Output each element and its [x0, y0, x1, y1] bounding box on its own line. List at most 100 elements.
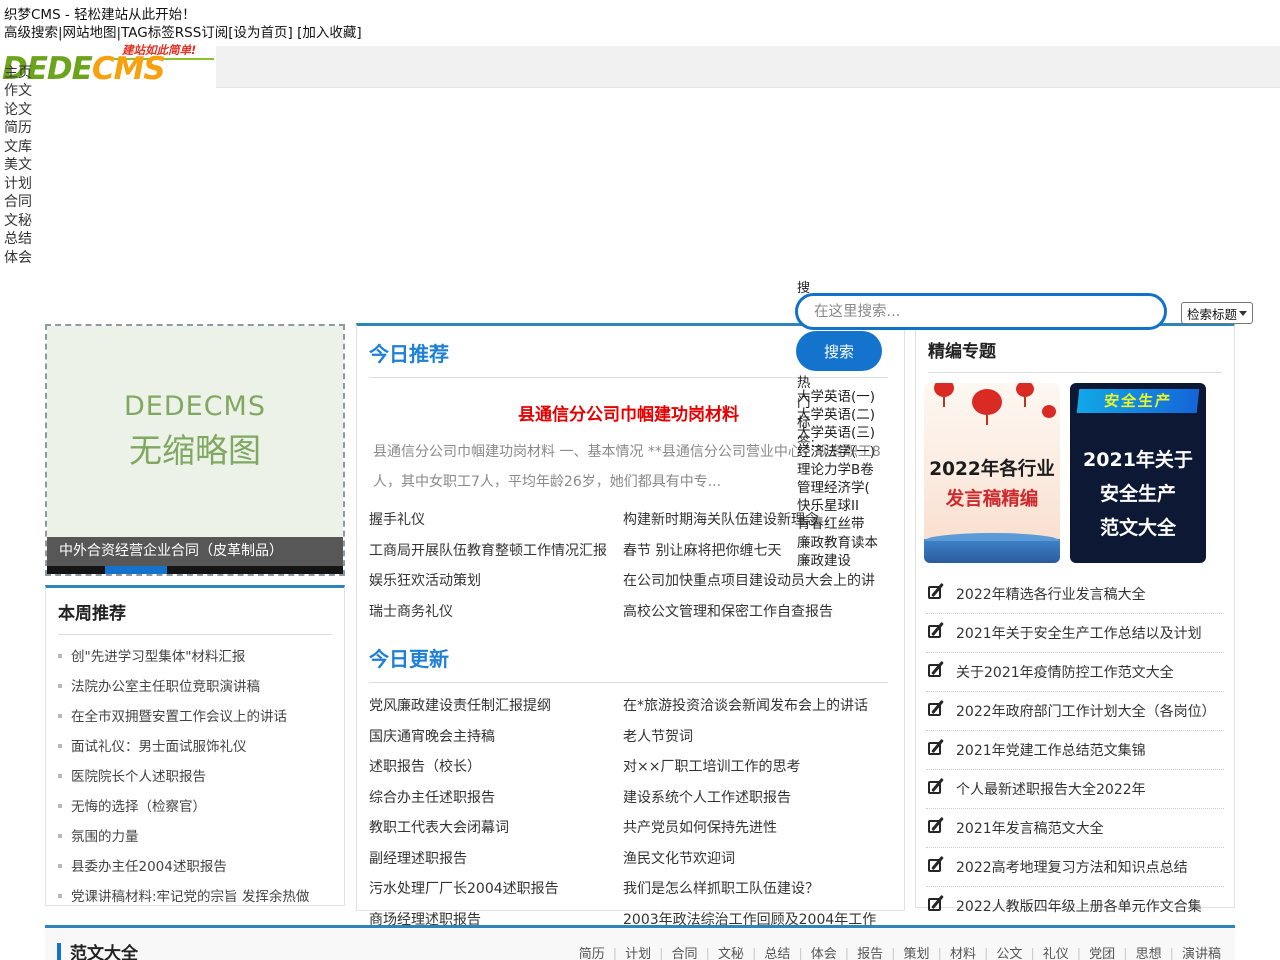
footer-link[interactable]: 计划 — [605, 947, 651, 960]
hot-tag[interactable]: 大学英语(一) — [797, 388, 878, 406]
footer-link[interactable]: 总结 — [744, 947, 790, 960]
footer-link[interactable]: 礼仪 — [1022, 947, 1068, 960]
footer-link[interactable]: 策划 — [883, 947, 929, 960]
footer-link[interactable]: 合同 — [651, 947, 697, 960]
search-input[interactable] — [795, 293, 1167, 330]
list-item[interactable]: 述职报告（校长） — [369, 752, 623, 783]
list-item[interactable]: 党风廉政建设责任制汇报提纲 — [369, 691, 623, 722]
list-item[interactable]: 法院办公室主任职位竞职演讲稿 — [58, 672, 332, 702]
list-item[interactable]: 高校公文管理和保密工作自查报告 — [623, 597, 888, 628]
list-item[interactable]: 面试礼仪：男士面试服饰礼仪 — [58, 732, 332, 762]
nav-item-meiwen[interactable]: 美文 — [4, 156, 32, 174]
list-item[interactable]: 2022年政府部门工作计划大全（各岗位） — [926, 692, 1224, 731]
list-item[interactable]: 2021年党建工作总结范文集锦 — [926, 731, 1224, 770]
list-item[interactable]: 2022人教版四年级上册各单元作文合集 — [926, 887, 1224, 926]
footer-link[interactable]: 公文 — [976, 947, 1022, 960]
lantern-tassel — [1024, 397, 1026, 407]
card-title-line: 安全生产 — [1070, 479, 1206, 506]
nav-item-jihua[interactable]: 计划 — [4, 175, 32, 193]
footer-link[interactable]: 简历 — [579, 947, 605, 960]
footer-link[interactable]: 思想 — [1115, 947, 1161, 960]
nav-item-hetong[interactable]: 合同 — [4, 193, 32, 211]
list-item[interactable]: 副经理述职报告 — [369, 844, 623, 875]
list-item[interactable]: 2022年精选各行业发言稿大全 — [926, 575, 1224, 614]
list-item[interactable]: 共产党员如何保持先进性 — [623, 813, 888, 844]
list-item[interactable]: 握手礼仪 — [369, 505, 623, 536]
fanwen-category-links: 简历计划合同文秘总结体会报告策划材料公文礼仪党团思想演讲稿 — [579, 943, 1221, 960]
list-item[interactable]: 创"先进学习型集体"材料汇报 — [58, 642, 332, 672]
page: 织梦CMS - 轻松建站从此开始！ 高级搜索|网站地图|TAG标签RSS订阅[设… — [0, 0, 1280, 960]
topic-link-label: 个人最新述职报告大全2022年 — [956, 779, 1146, 799]
list-item[interactable]: 我们是怎么样抓职工队伍建设？ — [623, 874, 888, 905]
hot-tag[interactable]: 大学英语(三) — [797, 424, 878, 442]
list-item[interactable]: 对××厂职工培训工作的思考 — [623, 752, 888, 783]
list-item[interactable]: 无悔的选择（检察官） — [58, 792, 332, 822]
list-item[interactable]: 娱乐狂欢活动策划 — [369, 566, 623, 597]
nav-item-zongjie[interactable]: 总结 — [4, 230, 32, 248]
list-item[interactable]: 医院院长个人述职报告 — [58, 762, 332, 792]
hot-tag[interactable]: 廉政建设 — [797, 552, 878, 570]
list-item[interactable]: 渔民文化节欢迎词 — [623, 844, 888, 875]
lantern-icon — [1016, 383, 1034, 397]
edit-icon — [928, 586, 941, 599]
list-item[interactable]: 污水处理厂厂长2004述职报告 — [369, 874, 623, 905]
list-item[interactable]: 瑞士商务礼仪 — [369, 597, 623, 628]
top-toolbar-links[interactable]: 高级搜索|网站地图|TAG标签RSS订阅[设为首页] [加入收藏] — [4, 21, 362, 41]
footer-link[interactable]: 报告 — [837, 947, 883, 960]
lantern-icon — [1042, 405, 1056, 418]
edit-icon — [928, 859, 941, 872]
footer-link[interactable]: 党团 — [1069, 947, 1115, 960]
list-item[interactable]: 综合办主任述职报告 — [369, 783, 623, 814]
list-item[interactable]: 个人最新述职报告大全2022年 — [926, 770, 1224, 809]
nav-item-jianli[interactable]: 简历 — [4, 119, 32, 137]
edit-icon — [928, 898, 941, 911]
hot-tag[interactable]: 廉政教育读本 — [797, 534, 878, 552]
main-nav: 主页 作文 论文 简历 文库 美文 计划 合同 文秘 总结 体会 — [4, 64, 32, 267]
list-item[interactable]: 在公司加快重点项目建设动员大会上的讲 — [623, 566, 888, 597]
list-item[interactable]: 氛围的力量 — [58, 822, 332, 852]
topic-card-safety[interactable]: 安全生产 2021年关于 安全生产 范文大全 — [1070, 383, 1206, 563]
slider-caption[interactable]: 中外合资经营企业合同（皮革制品） — [47, 537, 343, 566]
topic-card-speeches[interactable]: 2022年各行业 发言稿精编 — [924, 383, 1060, 563]
nav-item-zuowen[interactable]: 作文 — [4, 82, 32, 100]
hot-tag[interactable]: 经济法学(一) — [797, 443, 878, 461]
list-item[interactable]: 教职工代表大会闭幕词 — [369, 813, 623, 844]
nav-item-wenku[interactable]: 文库 — [4, 138, 32, 156]
list-item[interactable]: 工商局开展队伍教育整顿工作情况汇报 — [369, 536, 623, 567]
site-logo[interactable]: 建站如此简单! DEDECMS — [0, 42, 216, 90]
list-item[interactable]: 2021年发言稿范文大全 — [926, 809, 1224, 848]
topic-link-label: 2022年政府部门工作计划大全（各岗位） — [956, 701, 1216, 721]
footer-link[interactable]: 文秘 — [698, 947, 744, 960]
footer-link[interactable]: 演讲稿 — [1162, 947, 1221, 960]
nav-item-wenmi[interactable]: 文秘 — [4, 212, 32, 230]
list-item[interactable]: 关于2021年疫情防控工作范文大全 — [926, 653, 1224, 692]
nav-item-tihui[interactable]: 体会 — [4, 249, 32, 267]
hot-tag[interactable]: 理论力学B卷 — [797, 461, 878, 479]
list-item[interactable]: 2021年关于安全生产工作总结以及计划 — [926, 614, 1224, 653]
hot-tag[interactable]: 大学英语(二) — [797, 406, 878, 424]
footer-link[interactable]: 体会 — [790, 947, 836, 960]
edit-icon — [928, 664, 941, 677]
topic-cards: 2022年各行业 发言稿精编 安全生产 2021年关于 安全生产 范文大全 — [924, 383, 1226, 563]
list-item[interactable]: 建设系统个人工作述职报告 — [623, 783, 888, 814]
footer-link[interactable]: 材料 — [930, 947, 976, 960]
nav-item-home[interactable]: 主页 — [4, 64, 32, 82]
lantern-tassel — [986, 415, 988, 425]
list-item[interactable]: 党课讲稿材料:牢记党的宗旨 发挥余热做 — [58, 882, 332, 912]
list-item[interactable]: 国庆通宵晚会主持稿 — [369, 722, 623, 753]
hot-tag[interactable]: 青春红丝带 — [797, 515, 878, 533]
thumb-nothumb-text: 无缩略图 — [129, 424, 261, 472]
search-scope-select[interactable]: 检索标题 — [1181, 302, 1253, 324]
featured-slider[interactable]: DEDECMS 无缩略图 中外合资经营企业合同（皮革制品） — [45, 324, 345, 576]
list-item[interactable]: 老人节贺词 — [623, 722, 888, 753]
slider-pagination[interactable] — [47, 566, 343, 574]
weekly-recommend-title: 本周推荐 — [58, 599, 332, 624]
hot-tag[interactable]: 快乐星球II — [797, 497, 878, 515]
nav-item-lunwen[interactable]: 论文 — [4, 101, 32, 119]
list-item[interactable]: 县委办主任2004述职报告 — [58, 852, 332, 882]
list-item[interactable]: 在全市双拥暨安置工作会议上的讲话 — [58, 702, 332, 732]
list-item[interactable]: 2022高考地理复习方法和知识点总结 — [926, 848, 1224, 887]
list-item[interactable]: 在*旅游投资洽谈会新闻发布会上的讲话 — [623, 691, 888, 722]
hot-tag[interactable]: 管理经济学( — [797, 479, 878, 497]
search-button[interactable]: 搜索 — [796, 331, 882, 371]
